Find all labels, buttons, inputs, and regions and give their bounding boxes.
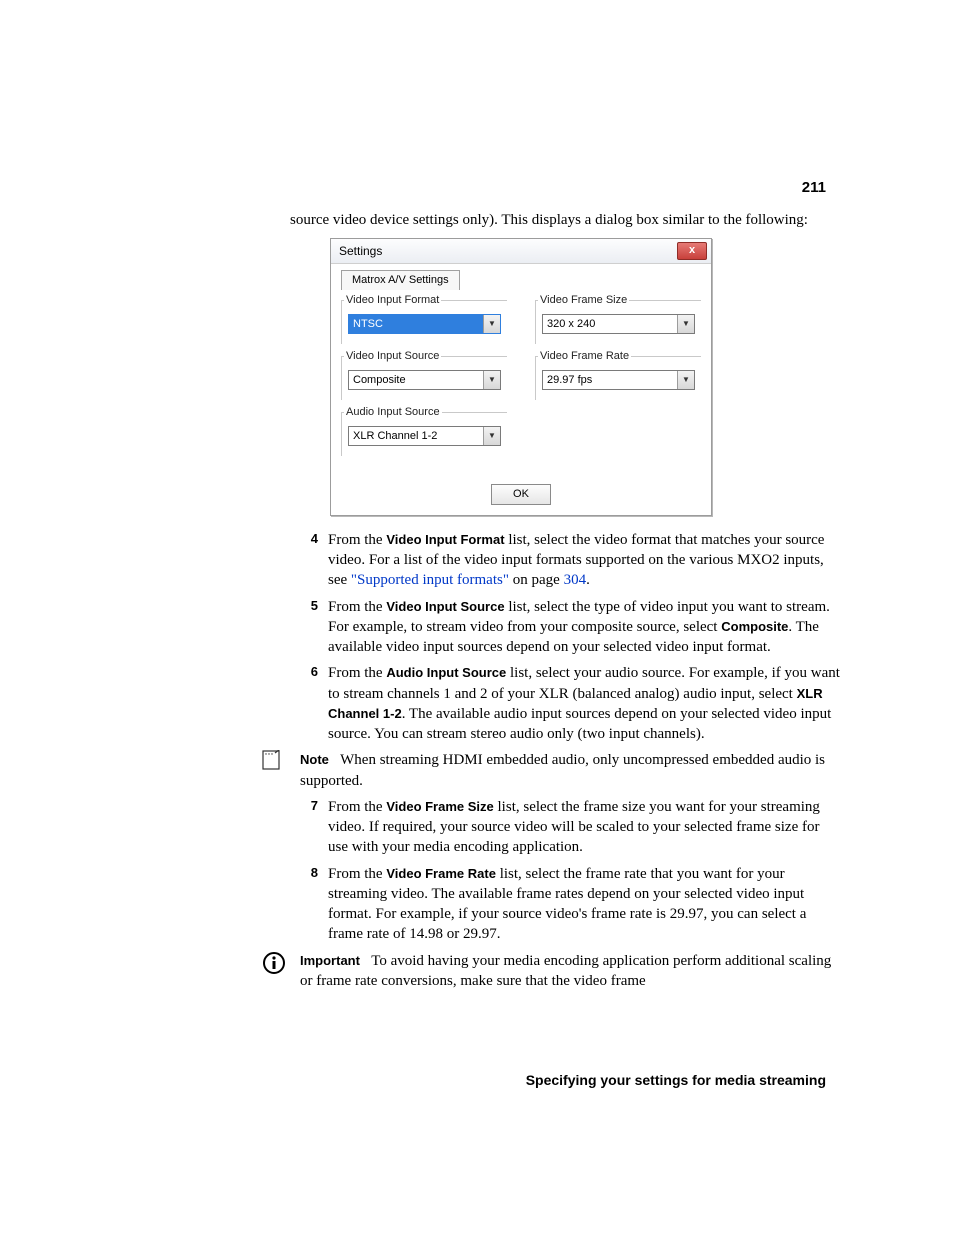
video-frame-size-value: 320 x 240 — [547, 317, 595, 332]
step-body: From the Video Input Source list, select… — [328, 597, 840, 658]
important-text: To avoid having your media encoding appl… — [300, 953, 831, 989]
chevron-down-icon: ▼ — [483, 427, 500, 445]
video-input-source-select[interactable]: Composite ▼ — [348, 370, 501, 390]
step-number: 7 — [290, 797, 328, 858]
chevron-down-icon: ▼ — [677, 371, 694, 389]
video-frame-rate-value: 29.97 fps — [547, 373, 592, 388]
supported-input-formats-link[interactable]: "Supported input formats" — [351, 572, 509, 588]
step-4: 4 From the Video Input Format list, sele… — [290, 530, 840, 591]
intro-paragraph: source video device settings only). This… — [290, 210, 840, 230]
settings-dialog: Settings x Matrox A/V Settings Video Inp… — [330, 238, 712, 516]
step-body: From the Video Frame Size list, select t… — [328, 797, 840, 858]
chevron-down-icon: ▼ — [483, 371, 500, 389]
tab-matrox-av-settings[interactable]: Matrox A/V Settings — [341, 270, 460, 290]
important-icon — [262, 951, 300, 992]
step-number: 8 — [290, 864, 328, 945]
legend-audio-input-source: Audio Input Source — [344, 405, 442, 420]
ok-button[interactable]: OK — [491, 484, 551, 505]
legend-video-frame-size: Video Frame Size — [538, 293, 629, 308]
video-frame-rate-select[interactable]: 29.97 fps ▼ — [542, 370, 695, 390]
dialog-title-text: Settings — [339, 243, 382, 259]
legend-video-frame-rate: Video Frame Rate — [538, 349, 631, 364]
video-frame-size-select[interactable]: 320 x 240 ▼ — [542, 314, 695, 334]
page-number: 211 — [802, 178, 826, 198]
footer-section-title: Specifying your settings for media strea… — [440, 1071, 826, 1090]
step-6: 6 From the Audio Input Source list, sele… — [290, 663, 840, 744]
video-input-source-value: Composite — [353, 373, 406, 388]
note-icon — [262, 750, 300, 791]
note-label: Note — [300, 752, 329, 767]
step-7: 7 From the Video Frame Size list, select… — [290, 797, 840, 858]
chevron-down-icon: ▼ — [483, 315, 500, 333]
step-5: 5 From the Video Input Source list, sele… — [290, 597, 840, 658]
important-block: Important To avoid having your media enc… — [290, 951, 840, 992]
close-icon[interactable]: x — [677, 242, 707, 260]
important-label: Important — [300, 953, 360, 968]
legend-video-input-format: Video Input Format — [344, 293, 441, 308]
audio-input-source-select[interactable]: XLR Channel 1-2 ▼ — [348, 426, 501, 446]
step-8: 8 From the Video Frame Rate list, select… — [290, 864, 840, 945]
step-body: From the Audio Input Source list, select… — [328, 663, 840, 744]
note-block: Note When streaming HDMI embedded audio,… — [290, 750, 840, 791]
step-number: 4 — [290, 530, 328, 591]
chevron-down-icon: ▼ — [677, 315, 694, 333]
dialog-titlebar: Settings x — [331, 239, 711, 264]
video-input-format-value: NTSC — [353, 317, 383, 332]
note-text: When streaming HDMI embedded audio, only… — [300, 752, 825, 788]
step-body: From the Video Frame Rate list, select t… — [328, 864, 840, 945]
page-link-304[interactable]: 304 — [564, 572, 587, 588]
audio-input-source-value: XLR Channel 1-2 — [353, 429, 437, 444]
video-input-format-select[interactable]: NTSC ▼ — [348, 314, 501, 334]
step-number: 6 — [290, 663, 328, 744]
step-number: 5 — [290, 597, 328, 658]
step-body: From the Video Input Format list, select… — [328, 530, 840, 591]
legend-video-input-source: Video Input Source — [344, 349, 441, 364]
